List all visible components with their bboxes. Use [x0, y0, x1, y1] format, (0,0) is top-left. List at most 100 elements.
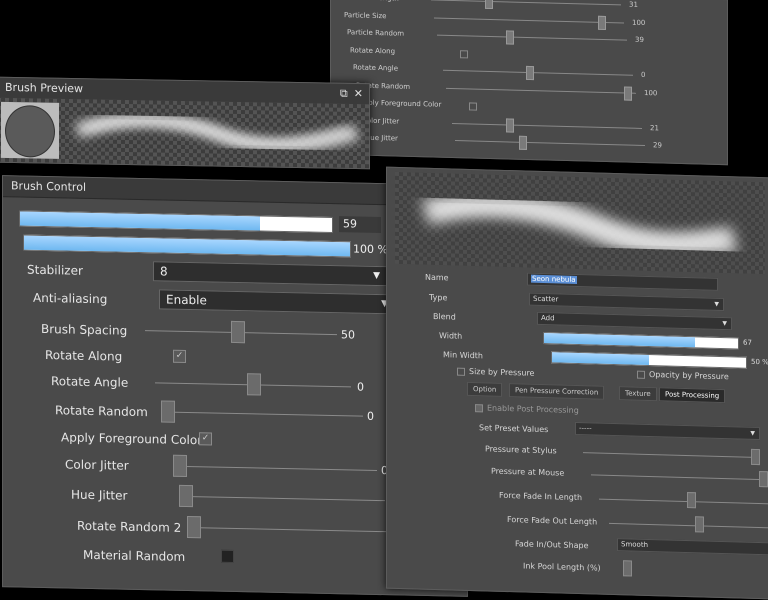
name-label: Name — [425, 273, 449, 283]
scatter-slider-handle[interactable] — [519, 136, 527, 150]
pressure-at-mouse-handle[interactable] — [759, 471, 768, 487]
force-fade-in-track[interactable] — [599, 499, 768, 505]
color-jitter-handle[interactable] — [173, 455, 187, 477]
brush-opacity-slider[interactable] — [23, 235, 351, 258]
preview-stroke — [67, 101, 367, 162]
scatter-slider-track[interactable] — [431, 0, 621, 5]
tab-pen-pressure-correction[interactable]: Pen Pressure Correction — [509, 383, 604, 400]
scatter-row-label: Apply Foreground Color — [359, 99, 441, 109]
hue-jitter-handle[interactable] — [179, 485, 193, 507]
hue-jitter-track[interactable] — [179, 496, 385, 501]
scatter-slider-track[interactable] — [437, 35, 627, 41]
fade-shape-input[interactable]: Smooth — [617, 538, 768, 555]
brush-size-slider[interactable] — [19, 210, 333, 233]
float-icon[interactable]: ⧉ — [340, 87, 348, 100]
scatter-slider-track[interactable] — [452, 122, 642, 128]
force-fade-out-label: Force Fade Out Length — [507, 515, 597, 527]
opacity-by-pressure-checkbox[interactable] — [637, 371, 645, 379]
rotate-along-checkbox[interactable]: ✓ — [173, 350, 186, 363]
material-random-label: Material Random — [83, 548, 185, 564]
ink-pool-length-handle[interactable] — [623, 560, 632, 576]
stabilizer-label: Stabilizer — [27, 263, 83, 278]
scatter-row-label: Rotate Along — [350, 46, 395, 55]
tab-post-processing[interactable]: Post Processing — [659, 387, 725, 403]
rotate-random-handle[interactable] — [161, 400, 175, 422]
scatter-slider-handle[interactable] — [624, 86, 632, 100]
brush-tip-shape — [5, 105, 55, 158]
scatter-row-label: Scatter Strength — [341, 0, 399, 3]
brush-spacing-label: Brush Spacing — [41, 322, 127, 338]
tab-option[interactable]: Option — [467, 382, 502, 397]
material-random-checkbox[interactable] — [221, 550, 234, 563]
preset-dropdown[interactable]: -----▼ — [575, 422, 760, 440]
brush-preview-canvas — [0, 98, 369, 168]
scatter-checkbox[interactable] — [460, 50, 468, 58]
chevron-down-icon: ▼ — [373, 267, 380, 285]
enable-post-processing-checkbox[interactable] — [475, 404, 483, 412]
rotate-angle-value: 0 — [357, 381, 364, 394]
brush-preview-panel: Brush Preview ⧉ ✕ — [0, 77, 370, 170]
scatter-slider-track[interactable] — [434, 17, 624, 23]
scatter-slider-track[interactable] — [455, 140, 645, 146]
scatter-slider-handle[interactable] — [506, 30, 514, 44]
pressure-at-stylus-track[interactable] — [583, 452, 759, 458]
pressure-at-mouse-track[interactable] — [591, 474, 767, 480]
scatter-slider-handle[interactable] — [598, 15, 606, 29]
rotate-random-2-track[interactable] — [187, 527, 395, 532]
close-icon[interactable]: ✕ — [354, 87, 363, 100]
brush-opacity-fill — [24, 236, 350, 257]
rotate-random-track[interactable] — [163, 411, 363, 416]
pressure-at-stylus-handle[interactable] — [751, 449, 760, 465]
scatter-row-label: Particle Random — [347, 28, 404, 37]
scatter-slider-handle[interactable] — [506, 118, 514, 132]
pressure-at-stylus-label: Pressure at Stylus — [485, 444, 557, 455]
min-width-value: 50 % — [751, 358, 768, 366]
brush-size-value[interactable]: 59 — [339, 216, 381, 233]
min-width-slider[interactable] — [551, 351, 747, 368]
pressure-at-mouse-label: Pressure at Mouse — [491, 467, 564, 478]
rotate-angle-handle[interactable] — [247, 373, 261, 395]
scatter-slider-track[interactable] — [443, 70, 633, 76]
type-dropdown[interactable]: Scatter▼ — [529, 293, 724, 311]
scatter-slider-handle[interactable] — [485, 0, 493, 9]
hue-jitter-label: Hue Jitter — [71, 488, 127, 503]
scatter-row-label: Particle Size — [344, 11, 386, 20]
force-fade-out-track[interactable] — [609, 523, 768, 529]
editor-stroke — [395, 172, 755, 274]
scatter-slider-value: 31 — [629, 1, 638, 9]
brush-spacing-handle[interactable] — [231, 321, 245, 343]
blend-dropdown[interactable]: Add▼ — [537, 312, 732, 330]
apply-foreground-color-checkbox[interactable]: ✓ — [199, 432, 212, 445]
color-jitter-track[interactable] — [173, 466, 377, 471]
scatter-row-label: Rotate Angle — [353, 63, 398, 72]
brush-preview-title: Brush Preview — [5, 81, 83, 95]
chevron-down-icon: ▼ — [750, 428, 755, 439]
force-fade-out-handle[interactable] — [695, 516, 704, 532]
size-by-pressure-checkbox[interactable] — [457, 368, 465, 376]
brush-control-title: Brush Control — [11, 179, 86, 194]
rotate-random-2-handle[interactable] — [187, 516, 201, 538]
chevron-down-icon: ▼ — [714, 299, 719, 310]
rotate-along-label: Rotate Along — [45, 348, 122, 364]
width-label: Width — [439, 331, 462, 341]
scatter-slider-value: 100 — [644, 89, 657, 97]
rotate-random-value: 0 — [367, 410, 374, 423]
stabilizer-dropdown[interactable]: 8▼ — [153, 261, 387, 286]
scatter-slider-handle[interactable] — [526, 66, 534, 80]
brush-tip-thumbnail[interactable] — [1, 102, 59, 159]
rotate-random-2-label: Rotate Random 2 — [77, 519, 181, 535]
width-slider[interactable] — [543, 332, 739, 349]
scatter-checkbox[interactable] — [469, 102, 477, 110]
stabilizer-value: 8 — [160, 264, 168, 278]
ink-pool-length-label: Ink Pool Length (%) — [523, 561, 601, 572]
width-fill — [544, 333, 695, 347]
scatter-settings-panel: Scatter Strength 31 Particle Size 100 Partic… — [330, 0, 728, 165]
tab-texture[interactable]: Texture — [619, 386, 657, 401]
brush-stroke-preview — [395, 172, 765, 274]
name-input[interactable]: Seon nebula — [527, 273, 718, 291]
antialiasing-dropdown[interactable]: Enable▼ — [159, 289, 395, 314]
scatter-slider-track[interactable] — [446, 87, 636, 93]
force-fade-in-handle[interactable] — [687, 492, 696, 508]
antialiasing-value: Enable — [166, 293, 207, 308]
scatter-slider-value: 29 — [653, 141, 662, 149]
